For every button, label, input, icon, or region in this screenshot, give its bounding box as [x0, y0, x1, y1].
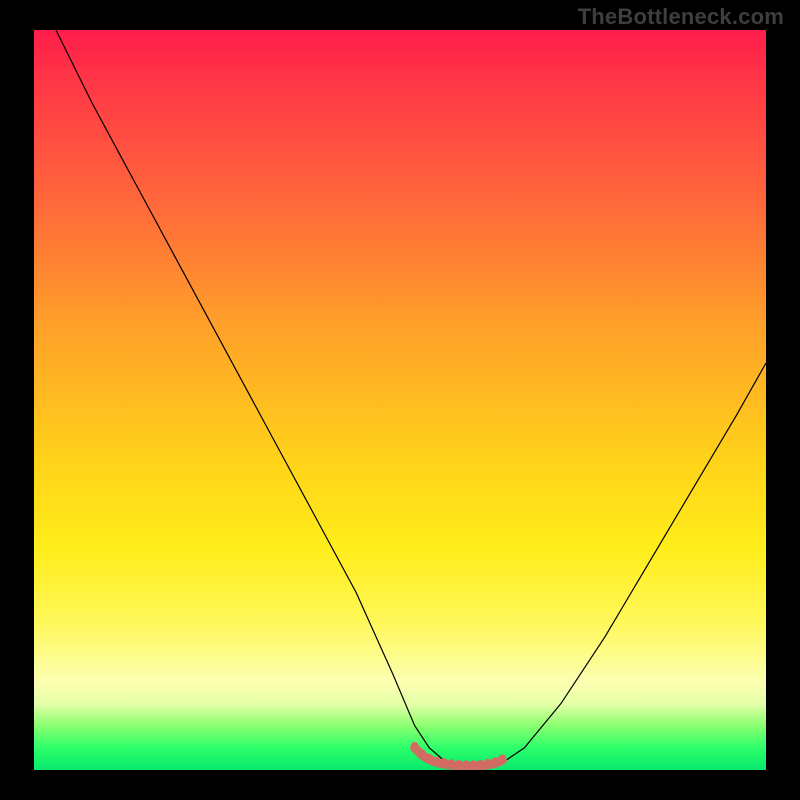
optimal-zone-dot	[425, 754, 433, 762]
plot-area	[34, 30, 766, 770]
optimal-zone-dot	[440, 758, 448, 766]
chart-overlay-svg	[34, 30, 766, 770]
optimal-zone-dot	[411, 742, 419, 750]
optimal-zone-dot	[498, 754, 506, 762]
bottleneck-curve	[56, 30, 766, 766]
optimal-zone-dot	[462, 760, 470, 768]
optimal-zone-dot	[484, 759, 492, 767]
optimal-zone-dot	[491, 757, 499, 765]
optimal-zone-dot	[433, 757, 441, 765]
chart-stage: TheBottleneck.com	[0, 0, 800, 800]
optimal-zone-dot	[447, 759, 455, 767]
optimal-zone-dot	[418, 749, 426, 757]
watermark-text: TheBottleneck.com	[578, 4, 784, 30]
optimal-zone-dot	[469, 760, 477, 768]
optimal-zone-dot	[455, 760, 463, 768]
optimal-zone-dot	[476, 760, 484, 768]
